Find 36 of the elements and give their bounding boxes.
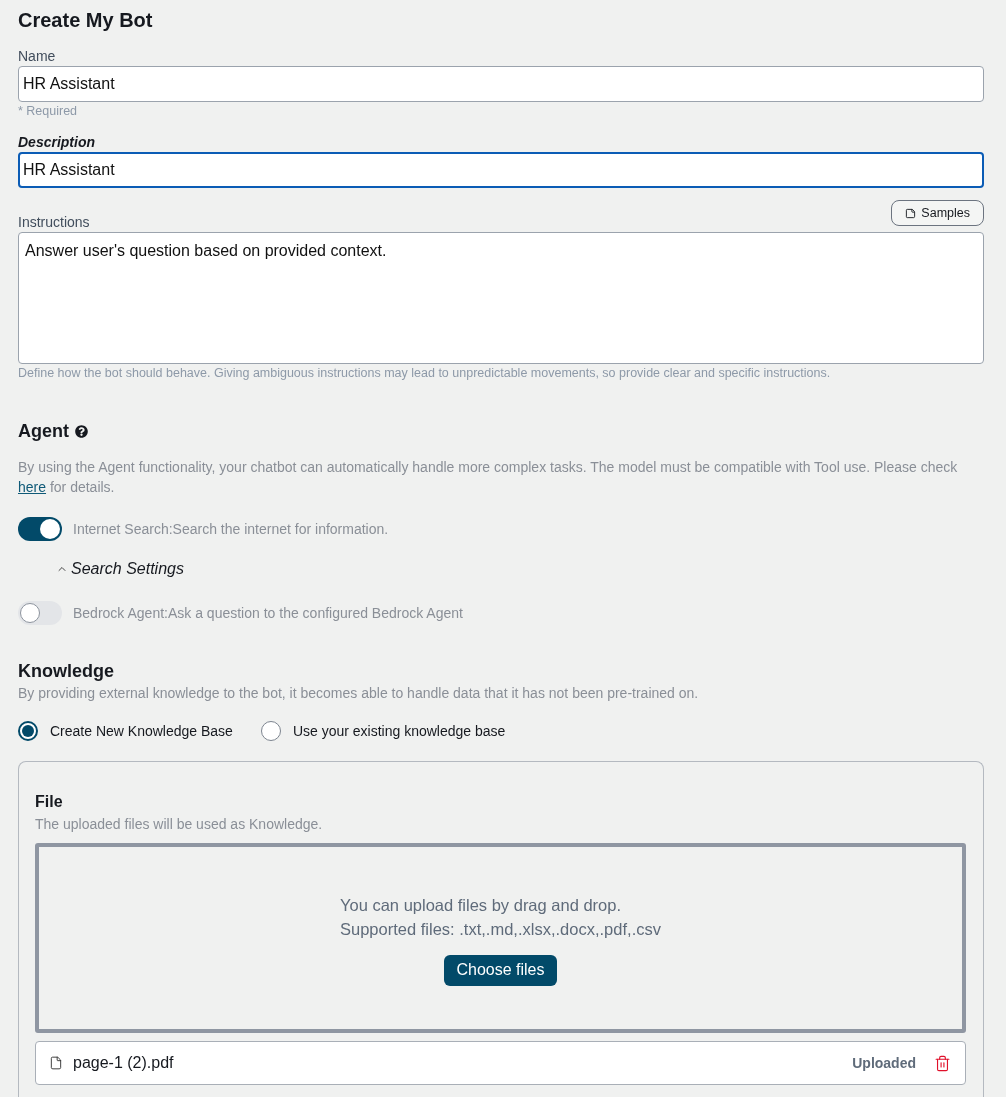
dropzone-text: Supported files: .txt,.md,.xlsx,.docx,.pdf,.csv [340, 918, 661, 940]
radio-label[interactable]: Use your existing knowledge base [292, 721, 506, 741]
toggle-label: Internet Search:Search the internet for information. [73, 520, 389, 538]
description-input[interactable]: HR Assistant [18, 152, 984, 188]
field-label: Instructions [18, 213, 90, 231]
section-heading: Knowledge [18, 660, 114, 682]
instructions-textarea[interactable]: Answer user's question based on provided context. [18, 232, 984, 364]
name-input[interactable]: HR Assistant [18, 66, 984, 102]
file-icon [49, 1056, 63, 1070]
details-link[interactable]: here [18, 479, 47, 495]
file-heading: File [35, 792, 63, 812]
page-title: Create My Bot [18, 8, 153, 32]
toggle-switch[interactable] [18, 517, 62, 541]
file-name: page-1 (2).pdf [73, 1054, 175, 1072]
file-description: The uploaded files will be used as Knowledge. [35, 815, 323, 833]
help-icon[interactable] [75, 424, 88, 438]
toggle-switch[interactable] [18, 601, 62, 625]
help-text: Define how the bot should behave. Giving ambiguous instructions may lead to unpredictable movements, so provide clear and specific instructions. [18, 366, 831, 381]
field-label: Name [18, 47, 56, 65]
radio-button[interactable] [260, 721, 281, 741]
file-dropzone[interactable]: You can upload files by drag and drop. Supported files: .txt,.md,.xlsx,.docx,.pdf,.csv Choose files [35, 843, 966, 1033]
field-label: Description [18, 133, 95, 151]
choose-files-button[interactable]: Choose files [444, 954, 557, 986]
note-icon [905, 207, 917, 219]
agent-description: By using the Agent functionality, your chatbot can automatically handle more complex tasks. The model must be compatible with Tool use. Please check here for details. [18, 458, 959, 497]
required-hint: * Required [18, 104, 78, 119]
dropzone-text: You can upload files by drag and drop. [340, 894, 622, 916]
toggle-label: Bedrock Agent:Ask a question to the configured Bedrock Agent [73, 604, 463, 622]
upload-status: Uploaded [852, 1055, 916, 1071]
knowledge-description: By providing external knowledge to the bot, it becomes able to handle data that it has not been pre-trained on. [18, 684, 700, 702]
delete-icon[interactable] [934, 1054, 951, 1072]
radio-button[interactable] [18, 721, 38, 741]
search-settings-toggle[interactable]: Search Settings [71, 559, 184, 579]
section-heading: Agent [18, 420, 69, 442]
samples-button[interactable]: Samples [891, 200, 984, 226]
radio-label[interactable]: Create New Knowledge Base [50, 721, 233, 741]
